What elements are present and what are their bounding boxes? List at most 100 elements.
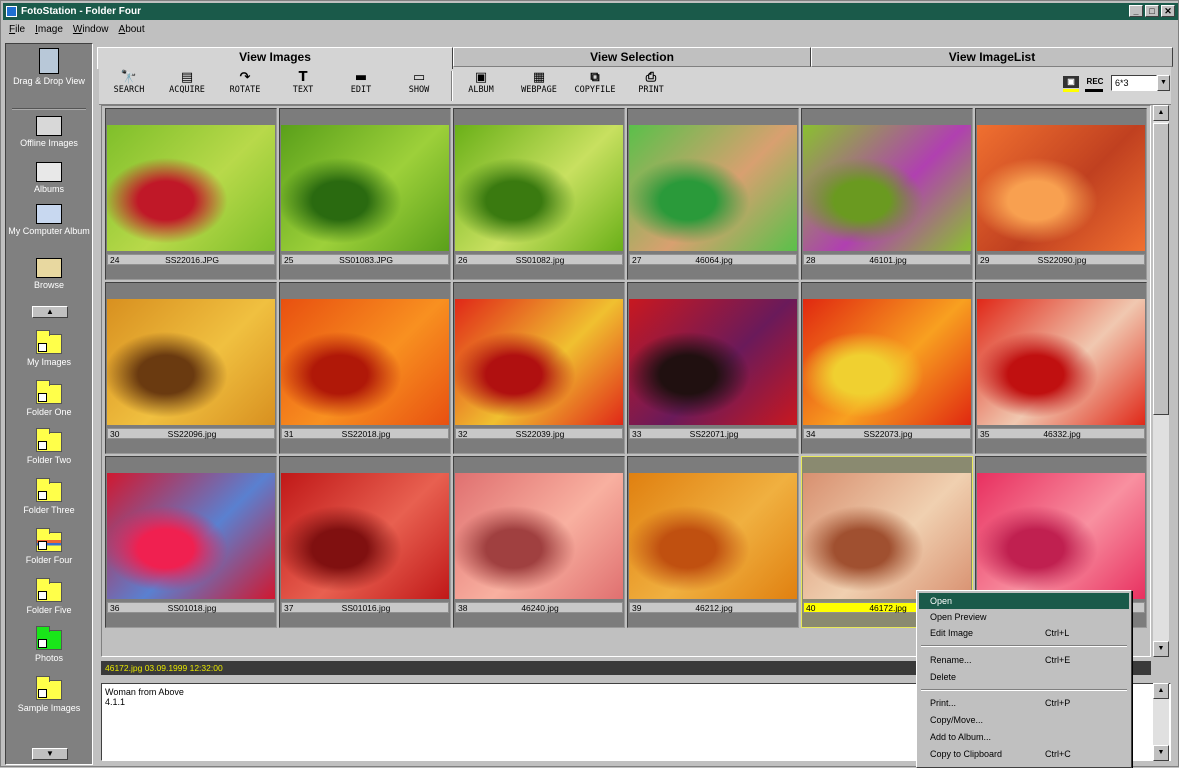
thumbnail-cell[interactable]: 36 SS01018.jpg (105, 456, 277, 628)
thumbnail-cell[interactable]: 25 SS01083.JPG (279, 108, 451, 280)
maximize-button[interactable]: □ (1145, 5, 1159, 17)
thumbnail-image[interactable] (455, 473, 623, 599)
menu-image[interactable]: Image (35, 21, 63, 39)
thumbnail-cell[interactable]: 37 SS01016.jpg (279, 456, 451, 628)
show-button[interactable]: ▭ SHOW (391, 69, 447, 103)
sidebar-item-my-computer-album[interactable]: My Computer Album (6, 204, 92, 236)
title-bar[interactable]: FotoStation - Folder Four _ □ ✕ (3, 3, 1178, 20)
thumbnail-cell[interactable]: 35 46332.jpg (975, 282, 1147, 454)
thumbnail-image[interactable] (455, 125, 623, 251)
menu-file[interactable]: File (9, 21, 25, 39)
sidebar-folder-photos[interactable]: Photos (6, 626, 92, 663)
thumbnail-cell[interactable]: 34 SS22073.jpg (801, 282, 973, 454)
menu-separator (921, 645, 1127, 647)
minimize-button[interactable]: _ (1129, 5, 1143, 17)
thumbnail-cell[interactable]: 32 SS22039.jpg (453, 282, 625, 454)
menu-window[interactable]: Window (73, 21, 109, 39)
sidebar-item-browse[interactable]: Browse (6, 258, 92, 290)
thumbnail-image[interactable] (107, 125, 275, 251)
menu-item-delete[interactable]: Delete (919, 669, 1129, 685)
acquire-button[interactable]: ▤ ACQUIRE (159, 69, 215, 103)
thumbnail-image[interactable] (107, 473, 275, 599)
thumbnail-image[interactable] (455, 299, 623, 425)
chevron-down-icon[interactable]: ▼ (1157, 75, 1170, 91)
thumbnail-image[interactable] (977, 299, 1145, 425)
scroll-thumb[interactable] (1153, 123, 1169, 415)
thumbnail-image[interactable] (629, 473, 797, 599)
active-view-indicator (1063, 89, 1079, 92)
thumbnail-cell[interactable]: 30 SS22096.jpg (105, 282, 277, 454)
scroll-down-button[interactable]: ▼ (1153, 641, 1169, 657)
sidebar-item-drag-drop-view[interactable]: Drag & Drop View (6, 48, 92, 86)
sidebar-folder-folder-two[interactable]: Folder Two (6, 428, 92, 465)
tab-view-selection[interactable]: View Selection (453, 47, 811, 67)
menu-separator (921, 689, 1127, 691)
scroll-up-button[interactable]: ▲ (1153, 683, 1169, 699)
menu-item-label: Add to Album... (930, 732, 992, 742)
menu-item-shortcut: Ctrl+E (1045, 655, 1071, 665)
menu-item-copy-move[interactable]: Copy/Move... (919, 712, 1129, 728)
thumbnail-image[interactable] (803, 473, 971, 599)
caption-scrollbar[interactable]: ▲ ▼ (1153, 683, 1169, 761)
menu-item-copy-to-clipboard[interactable]: Copy to Clipboard Ctrl+C (919, 746, 1129, 762)
menu-item-add-to-album[interactable]: Add to Album... (919, 729, 1129, 745)
scroll-up-button[interactable]: ▲ (1153, 105, 1169, 121)
sidebar-folder-folder-five[interactable]: Folder Five (6, 578, 92, 615)
webpage-button[interactable]: ▦ WEBPAGE (511, 69, 567, 103)
text-button[interactable]: T TEXT (275, 69, 331, 103)
thumbnail-image[interactable] (629, 125, 797, 251)
edit-button[interactable]: ▬ EDIT (333, 69, 389, 103)
menu-item-rename[interactable]: Rename... Ctrl+E (919, 652, 1129, 668)
thumbnail-view-toggle[interactable]: ▣ (1063, 76, 1079, 88)
thumbnail-image[interactable] (803, 299, 971, 425)
sidebar-folder-folder-four[interactable]: Folder Four (6, 528, 92, 565)
menu-item-open-preview[interactable]: Open Preview (919, 609, 1129, 625)
thumbnail-image[interactable] (803, 125, 971, 251)
close-button[interactable]: ✕ (1161, 5, 1175, 17)
menu-item-print[interactable]: Print... Ctrl+P (919, 695, 1129, 711)
sidebar-folder-my-images[interactable]: My Images (6, 330, 92, 367)
search-button[interactable]: 🔭 SEARCH (101, 69, 157, 103)
thumbnail-image[interactable] (629, 299, 797, 425)
thumbnail-cell[interactable]: 38 46240.jpg (453, 456, 625, 628)
record-view-toggle[interactable]: REC (1083, 76, 1107, 88)
thumbnail-cell[interactable]: 28 46101.jpg (801, 108, 973, 280)
thumbnail-image[interactable] (281, 473, 449, 599)
thumbnail-image[interactable] (107, 299, 275, 425)
sidebar-folder-sample-images[interactable]: Sample Images (6, 676, 92, 713)
sidebar-folder-folder-one[interactable]: Folder One (6, 380, 92, 417)
thumbnail-cell[interactable]: 31 SS22018.jpg (279, 282, 451, 454)
thumbnail-cell[interactable]: 39 46212.jpg (627, 456, 799, 628)
sidebar-folder-folder-three[interactable]: Folder Three (6, 478, 92, 515)
copyfile-button[interactable]: ⧉ COPYFILE (567, 69, 623, 103)
menu-item-edit-image[interactable]: Edit Image Ctrl+L (919, 625, 1129, 641)
image-filename: SS22016.JPG (165, 255, 219, 265)
toolbar: 🔭 SEARCH ▤ ACQUIRE ↷ ROTATE T TEXT ▬ EDI… (99, 67, 1171, 105)
rotate-label: ROTATE (229, 85, 261, 95)
thumbnail-cell[interactable]: 33 SS22071.jpg (627, 282, 799, 454)
sidebar-scroll-down-button[interactable]: ▼ (32, 748, 68, 760)
sidebar-item-albums[interactable]: Albums (6, 162, 92, 194)
thumbnail-image[interactable] (281, 125, 449, 251)
grid-size-select[interactable]: 6*3 (1111, 75, 1157, 91)
scroll-down-button[interactable]: ▼ (1153, 745, 1169, 761)
thumbnail-cell[interactable]: 27 46064.jpg (627, 108, 799, 280)
thumbnail-cell[interactable]: 26 SS01082.jpg (453, 108, 625, 280)
album-button[interactable]: ▣ ALBUM (453, 69, 509, 103)
sidebar-item-offline-images[interactable]: Offline Images (6, 116, 92, 148)
grid-scrollbar[interactable]: ▲ ▼ (1153, 105, 1169, 657)
binoculars-icon: 🔭 (120, 70, 138, 85)
thumbnail-image[interactable] (977, 473, 1145, 599)
menu-item-open[interactable]: Open (919, 593, 1129, 609)
tab-view-images[interactable]: View Images (97, 47, 453, 69)
print-button[interactable]: ⎙ PRINT (623, 69, 679, 103)
thumbnail-cell[interactable]: 24 SS22016.JPG (105, 108, 277, 280)
thumbnail-image[interactable] (977, 125, 1145, 251)
menu-item-shortcut: Ctrl+C (1045, 749, 1071, 759)
thumbnail-image[interactable] (281, 299, 449, 425)
thumbnail-cell[interactable]: 29 SS22090.jpg (975, 108, 1147, 280)
sidebar-scroll-up-button[interactable]: ▲ (32, 306, 68, 318)
rotate-button[interactable]: ↷ ROTATE (217, 69, 273, 103)
tab-view-imagelist[interactable]: View ImageList (811, 47, 1173, 67)
menu-about[interactable]: About (119, 21, 145, 39)
